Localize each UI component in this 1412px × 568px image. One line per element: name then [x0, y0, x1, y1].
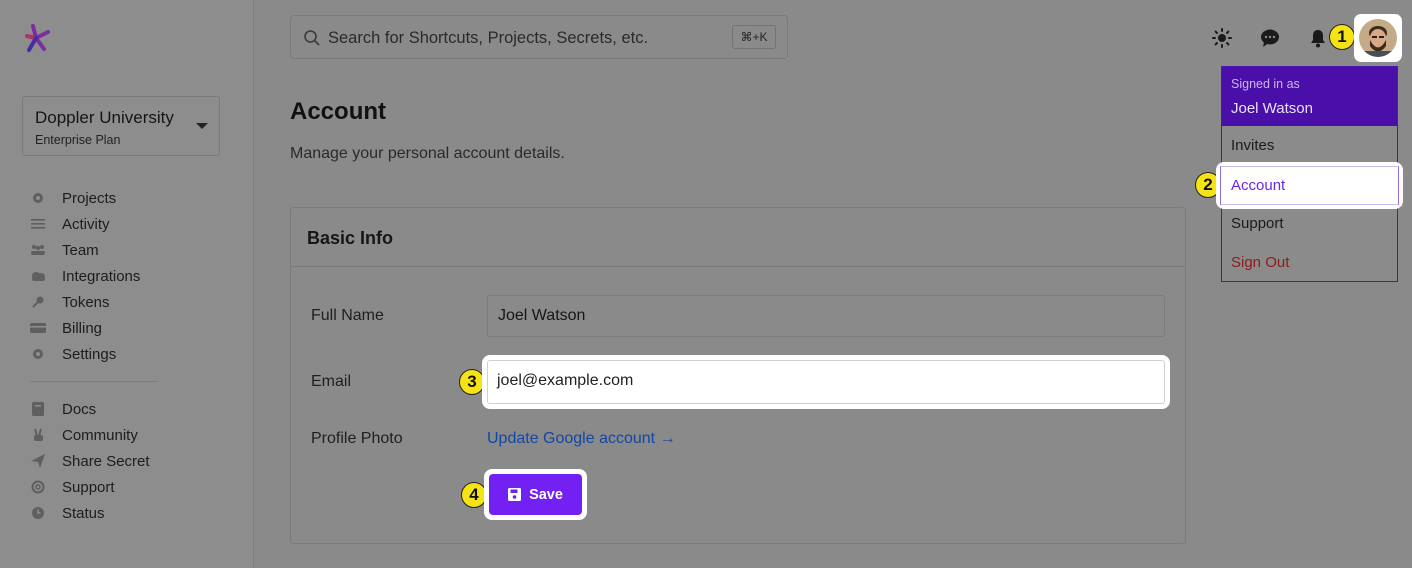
user-avatar-button[interactable]: [1354, 14, 1402, 62]
sidebar-item-label: Projects: [62, 189, 117, 207]
sidebar-item-label: Integrations: [62, 267, 141, 285]
user-menu-header: Signed in as Joel Watson: [1222, 67, 1397, 126]
key-icon: [30, 294, 46, 310]
search-shortcut-hint: ⌘+K: [732, 25, 776, 49]
caret-down-icon: [196, 123, 208, 129]
bell-icon[interactable]: [1308, 28, 1328, 48]
org-plan: Enterprise Plan: [35, 133, 121, 147]
sidebar-item-label: Status: [62, 504, 105, 522]
update-google-account-link[interactable]: Update Google account →: [487, 430, 676, 448]
sidebar-item-projects[interactable]: Projects: [30, 185, 230, 211]
full-name-field[interactable]: Joel Watson: [487, 295, 1165, 337]
save-label: Save: [529, 486, 563, 503]
email-label: Email: [311, 373, 352, 390]
step-badge-1: 1: [1329, 24, 1355, 50]
avatar: [1359, 19, 1397, 57]
menu-item-account-label: Account: [1231, 177, 1286, 194]
settings-icon: [30, 346, 46, 362]
signed-in-label: Signed in as: [1231, 77, 1300, 91]
search-input[interactable]: Search for Shortcuts, Projects, Secrets,…: [328, 29, 648, 48]
page-title: Account: [290, 98, 386, 125]
chat-icon[interactable]: [1260, 28, 1280, 48]
org-name: Doppler University: [35, 108, 174, 127]
menu-item-support[interactable]: Support: [1231, 215, 1284, 232]
card-title: Basic Info: [307, 228, 394, 248]
sidebar-item-team[interactable]: Team: [30, 237, 230, 263]
card-header: Basic Info: [291, 208, 1185, 267]
sidebar-item-support[interactable]: Support: [30, 474, 230, 500]
save-button-highlight: Save: [484, 469, 587, 520]
sidebar-item-label: Activity: [62, 215, 110, 233]
sidebar-item-docs[interactable]: Docs: [30, 396, 230, 422]
account-item-highlight: Account: [1216, 162, 1403, 209]
email-value: joel@example.com: [497, 372, 634, 389]
team-icon: [30, 242, 46, 258]
sidebar-item-status[interactable]: Status: [30, 500, 230, 526]
full-name-label: Full Name: [311, 307, 384, 324]
profile-photo-label: Profile Photo: [311, 430, 403, 447]
sidebar-item-label: Tokens: [62, 293, 110, 311]
sidebar: Doppler University Enterprise Plan Proje…: [0, 0, 254, 568]
sidebar-item-label: Team: [62, 241, 99, 259]
sidebar-item-share-secret[interactable]: Share Secret: [30, 448, 230, 474]
search-icon: [304, 30, 320, 46]
sidebar-item-label: Share Secret: [62, 452, 150, 470]
signed-in-user-name: Joel Watson: [1231, 100, 1313, 117]
secondary-nav: Docs Community Share Secret Support Stat…: [30, 396, 230, 526]
menu-item-sign-out[interactable]: Sign Out: [1231, 254, 1289, 271]
sidebar-item-label: Docs: [62, 400, 97, 418]
sidebar-item-label: Community: [62, 426, 138, 444]
clock-icon: [30, 505, 46, 521]
page-subtitle: Manage your personal account details.: [290, 145, 565, 162]
lifebuoy-icon: [30, 479, 46, 495]
email-field-highlight: joel@example.com: [482, 355, 1170, 409]
sidebar-item-label: Settings: [62, 345, 117, 363]
book-icon: [30, 401, 46, 417]
floppy-disk-icon: [508, 488, 522, 501]
paper-plane-icon: [30, 453, 46, 469]
menu-item-account[interactable]: Account: [1220, 166, 1399, 205]
sidebar-item-activity[interactable]: Activity: [30, 211, 230, 237]
org-switcher[interactable]: Doppler University Enterprise Plan: [22, 96, 220, 156]
search-bar[interactable]: Search for Shortcuts, Projects, Secrets,…: [290, 15, 788, 59]
full-name-value: Joel Watson: [498, 307, 586, 324]
gear-icon: [30, 190, 46, 206]
menu-item-invites[interactable]: Invites: [1231, 137, 1274, 154]
sidebar-item-label: Billing: [62, 319, 103, 337]
sidebar-item-billing[interactable]: Billing: [30, 315, 230, 341]
email-field[interactable]: joel@example.com: [487, 360, 1165, 404]
cloud-icon: [30, 268, 46, 284]
sidebar-item-label: Support: [62, 478, 115, 496]
save-button[interactable]: Save: [489, 474, 582, 515]
theme-toggle-icon[interactable]: [1212, 28, 1232, 48]
credit-card-icon: [30, 320, 46, 336]
sidebar-item-community[interactable]: Community: [30, 422, 230, 448]
sidebar-item-tokens[interactable]: Tokens: [30, 289, 230, 315]
sidebar-item-integrations[interactable]: Integrations: [30, 263, 230, 289]
primary-nav: Projects Activity Team Integrations Toke…: [30, 185, 230, 367]
nav-divider: [30, 381, 158, 382]
doppler-logo[interactable]: [22, 24, 52, 54]
sidebar-item-settings[interactable]: Settings: [30, 341, 230, 367]
list-icon: [30, 216, 46, 232]
peace-hand-icon: [30, 427, 46, 443]
